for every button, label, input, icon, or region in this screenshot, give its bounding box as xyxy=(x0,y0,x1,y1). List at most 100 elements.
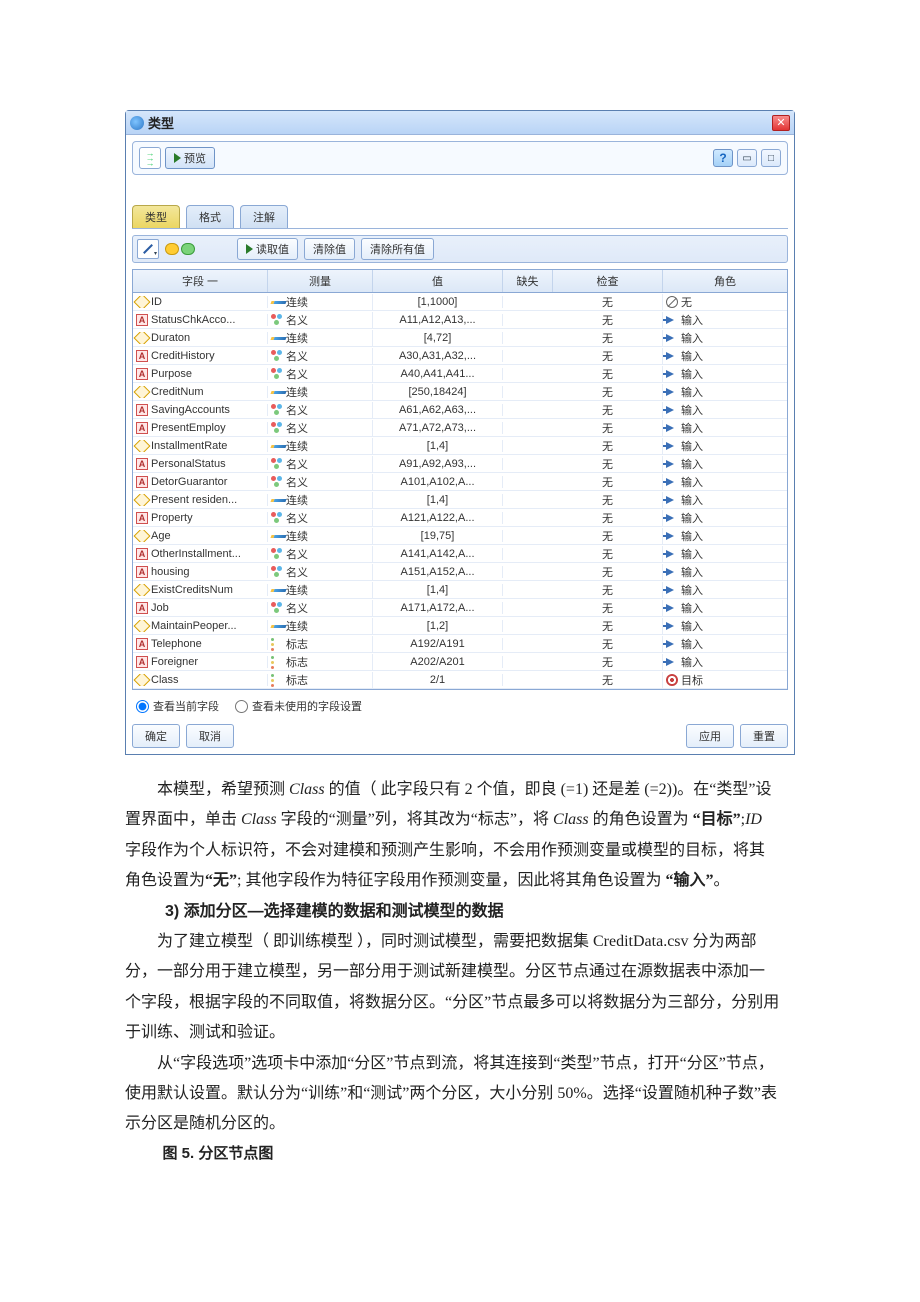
radio-unused-input[interactable] xyxy=(235,700,248,713)
reset-button[interactable]: 重置 xyxy=(740,724,788,748)
role-label: 输入 xyxy=(681,618,703,634)
cancel-button[interactable]: 取消 xyxy=(186,724,234,748)
value-cell: A101,A102,A... xyxy=(373,476,503,488)
value-cell: A11,A12,A13,... xyxy=(373,314,503,326)
table-row[interactable]: ACreditHistory名义A30,A31,A32,...无输入 xyxy=(133,347,787,365)
tab-type[interactable]: 类型 xyxy=(132,205,180,228)
table-row[interactable]: InstallmentRate连续[1,4]无输入 xyxy=(133,437,787,455)
table-row[interactable]: CreditNum连续[250,18424]无输入 xyxy=(133,383,787,401)
field-name: InstallmentRate xyxy=(151,440,227,452)
col-role[interactable]: 角色 xyxy=(663,270,787,292)
table-row[interactable]: Duraton连续[4,72]无输入 xyxy=(133,329,787,347)
check-cell: 无 xyxy=(553,546,663,562)
table-row[interactable]: MaintainPeoper...连续[1,2]无输入 xyxy=(133,617,787,635)
radio-unused[interactable]: 查看未使用的字段设置 xyxy=(235,698,362,714)
apply-button[interactable]: 应用 xyxy=(686,724,734,748)
table-row[interactable]: APresentEmploy名义A71,A72,A73,...无输入 xyxy=(133,419,787,437)
measure-label: 连续 xyxy=(286,294,308,310)
field-name: PresentEmploy xyxy=(151,422,226,434)
mask-tool[interactable] xyxy=(165,243,195,255)
role-input-icon xyxy=(666,602,678,614)
nominal-type-icon: A xyxy=(136,638,148,650)
preview-button[interactable]: 预览 xyxy=(165,147,215,169)
cont-measure-icon xyxy=(271,494,283,506)
clear-values-button[interactable]: 清除值 xyxy=(304,238,355,260)
table-row[interactable]: Present residen...连续[1,4]无输入 xyxy=(133,491,787,509)
table-row[interactable]: ATelephone标志A192/A191无输入 xyxy=(133,635,787,653)
role-target-icon xyxy=(666,674,678,686)
close-icon[interactable]: ✕ xyxy=(772,115,790,131)
type-dialog: 类型 ✕ →→→ 预览 ? ▭ □ 类型 格式 注解 ▾ 读取值 清除值 清除所 xyxy=(125,110,795,755)
read-values-button[interactable]: 读取值 xyxy=(237,238,298,260)
value-cell: A71,A72,A73,... xyxy=(373,422,503,434)
table-row[interactable]: AOtherInstallment...名义A141,A142,A...无输入 xyxy=(133,545,787,563)
check-cell: 无 xyxy=(553,654,663,670)
table-row[interactable]: AForeigner标志A202/A201无输入 xyxy=(133,653,787,671)
table-row[interactable]: Class标志2/1无目标 xyxy=(133,671,787,689)
read-values-label: 读取值 xyxy=(256,241,289,257)
field-name: Property xyxy=(151,512,193,524)
field-name: PersonalStatus xyxy=(151,458,226,470)
nom-measure-icon xyxy=(271,404,283,416)
table-row[interactable]: Age连续[19,75]无输入 xyxy=(133,527,787,545)
table-row[interactable]: AJob名义A171,A172,A...无输入 xyxy=(133,599,787,617)
paragraph-3: 从“字段选项”选项卡中添加“分区”节点到流，将其连接到“类型”节点，打开“分区”… xyxy=(125,1049,780,1140)
value-cell: A151,A152,A... xyxy=(373,566,503,578)
field-name: SavingAccounts xyxy=(151,404,230,416)
value-cell: A141,A142,A... xyxy=(373,548,503,560)
tab-format[interactable]: 格式 xyxy=(186,205,234,228)
view-radios: 查看当前字段 查看未使用的字段设置 xyxy=(136,698,784,714)
table-row[interactable]: ID连续[1,1000]无无 xyxy=(133,293,787,311)
radio-current[interactable]: 查看当前字段 xyxy=(136,698,219,714)
col-missing[interactable]: 缺失 xyxy=(503,270,553,292)
ok-button[interactable]: 确定 xyxy=(132,724,180,748)
radio-current-input[interactable] xyxy=(136,700,149,713)
role-label: 输入 xyxy=(681,456,703,472)
table-row[interactable]: APurpose名义A40,A41,A41...无输入 xyxy=(133,365,787,383)
field-name: MaintainPeoper... xyxy=(151,620,237,632)
role-label: 输入 xyxy=(681,330,703,346)
table-row[interactable]: Ahousing名义A151,A152,A...无输入 xyxy=(133,563,787,581)
nom-measure-icon xyxy=(271,350,283,362)
continuous-type-icon xyxy=(134,494,151,506)
tab-annotation[interactable]: 注解 xyxy=(240,205,288,228)
nom-measure-icon xyxy=(271,566,283,578)
clear-all-button[interactable]: 清除所有值 xyxy=(361,238,434,260)
nominal-type-icon: A xyxy=(136,602,148,614)
grid-body: ID连续[1,1000]无无AStatusChkAcco...名义A11,A12… xyxy=(133,293,787,689)
role-input-icon xyxy=(666,314,678,326)
table-row[interactable]: AStatusChkAcco...名义A11,A12,A13,...无输入 xyxy=(133,311,787,329)
table-row[interactable]: ADetorGuarantor名义A101,A102,A...无输入 xyxy=(133,473,787,491)
value-cell: 2/1 xyxy=(373,674,503,686)
titlebar: 类型 ✕ xyxy=(126,111,794,135)
fields-grid: 字段 一 测量 值 缺失 检查 角色 ID连续[1,1000]无无AStatus… xyxy=(132,269,788,690)
col-field[interactable]: 字段 一 xyxy=(133,270,268,292)
continuous-type-icon xyxy=(134,620,151,632)
value-cell: A202/A201 xyxy=(373,656,503,668)
check-cell: 无 xyxy=(553,330,663,346)
stream-icon[interactable]: →→→ xyxy=(139,147,161,169)
role-label: 无 xyxy=(681,294,692,310)
check-cell: 无 xyxy=(553,672,663,688)
table-row[interactable]: ASavingAccounts名义A61,A62,A63,...无输入 xyxy=(133,401,787,419)
maximize-button[interactable]: □ xyxy=(761,149,781,167)
role-input-icon xyxy=(666,530,678,542)
help-button[interactable]: ? xyxy=(713,149,733,167)
table-row[interactable]: APersonalStatus名义A91,A92,A93,...无输入 xyxy=(133,455,787,473)
table-row[interactable]: ExistCreditsNum连续[1,4]无输入 xyxy=(133,581,787,599)
col-check[interactable]: 检查 xyxy=(553,270,663,292)
wand-tool[interactable]: ▾ xyxy=(137,239,159,259)
minimize-button[interactable]: ▭ xyxy=(737,149,757,167)
field-name: CreditNum xyxy=(151,386,204,398)
col-measure[interactable]: 测量 xyxy=(268,270,373,292)
col-value[interactable]: 值 xyxy=(373,270,503,292)
nominal-type-icon: A xyxy=(136,512,148,524)
check-cell: 无 xyxy=(553,510,663,526)
role-label: 输入 xyxy=(681,384,703,400)
nominal-type-icon: A xyxy=(136,458,148,470)
table-row[interactable]: AProperty名义A121,A122,A...无输入 xyxy=(133,509,787,527)
role-input-icon xyxy=(666,332,678,344)
field-name: DetorGuarantor xyxy=(151,476,227,488)
field-name: housing xyxy=(151,566,190,578)
document-text: 本模型，希望预测 Class 的值（ 此字段只有 2 个值，即良 (=1) 还是… xyxy=(125,775,780,1168)
